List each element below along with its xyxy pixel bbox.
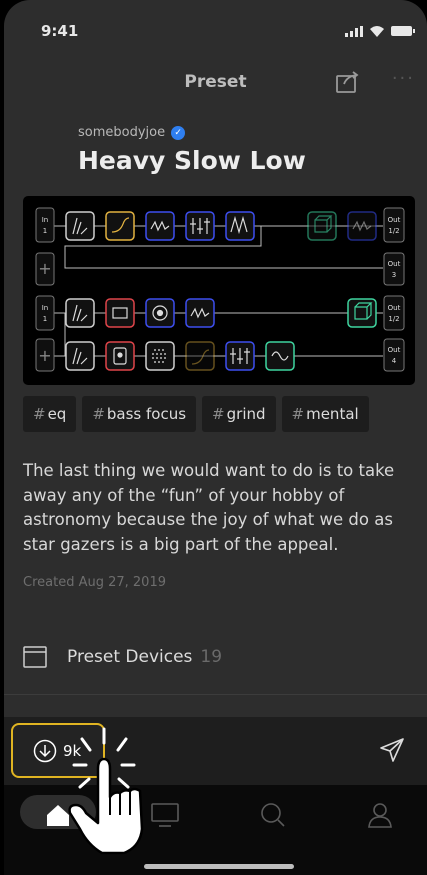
tab-home[interactable] [35, 795, 81, 835]
preset-description: The last thing we would want to do is to… [23, 461, 395, 554]
chain-row-2-output: Out [388, 260, 401, 268]
chain-row-1-output-channel: 1/2 [388, 227, 399, 235]
tag-label: grind [226, 405, 266, 423]
chain-row-4-add[interactable]: + [38, 346, 51, 365]
signal-icon [345, 26, 363, 37]
status-time: 9:41 [41, 22, 79, 40]
chain-row-2-output-channel: 3 [392, 271, 396, 279]
created-date: Created Aug 27, 2019 [23, 575, 166, 590]
share-icon[interactable] [335, 70, 361, 94]
devices-icon [151, 803, 179, 827]
preset-devices-count: 19 [200, 647, 223, 667]
more-icon[interactable]: ··· [392, 68, 415, 89]
divider [4, 694, 427, 695]
chain-row-3-output: Out [388, 304, 401, 312]
tab-devices[interactable] [142, 795, 188, 835]
signal-chain-graph: In 1 Out 1/2 + Out 3 In 1 Out 1/2 + Out … [35, 207, 405, 372]
chain-row-2-add[interactable]: + [38, 259, 51, 278]
search-icon [261, 803, 285, 827]
chain-row-3-input-channel: 1 [43, 315, 47, 323]
chain-row-1-input: In [42, 216, 49, 224]
profile-icon [368, 803, 392, 828]
device-overdrive [225, 211, 255, 241]
nav-title: Preset [184, 72, 247, 92]
preset-devices-label: Preset Devices [67, 647, 193, 667]
preset-devices-row[interactable]: Preset Devices 19 [23, 645, 222, 669]
battery-icon [391, 26, 415, 36]
preset-title: Heavy Slow Low [78, 146, 306, 175]
author[interactable]: somebodyjoe ✓ [78, 125, 186, 140]
device-folder-icon [23, 646, 47, 668]
chain-row-1-input-channel: 1 [43, 227, 47, 235]
screen: 9:41 Preset ··· somebodyjoe ✓ Heavy Slow… [4, 0, 427, 875]
home-indicator [144, 864, 294, 869]
tag-chip[interactable]: # mental [281, 396, 369, 432]
device-filter-bypassed [185, 341, 215, 371]
status-bar: 9:41 [4, 0, 427, 60]
tag-list: # eq # bass focus # grind # mental [23, 396, 369, 432]
download-icon [33, 739, 57, 762]
download-count: 9k [63, 741, 82, 760]
chain-row-4-output-channel: 4 [392, 357, 397, 365]
tag-label: bass focus [106, 405, 187, 423]
tag-label: eq [47, 405, 67, 423]
status-icons [345, 25, 415, 37]
signal-chain[interactable]: In 1 Out 1/2 + Out 3 In 1 Out 1/2 + Out … [23, 196, 415, 385]
tag-label: mental [306, 405, 359, 423]
author-name[interactable]: somebodyjoe [78, 125, 165, 140]
tag-chip[interactable]: # bass focus [82, 396, 197, 432]
download-button[interactable]: 9k [11, 723, 105, 778]
wifi-icon [370, 26, 384, 37]
chain-row-3-input: In [42, 304, 49, 312]
nav-bar: Preset ··· [4, 60, 427, 104]
tab-profile[interactable] [357, 795, 403, 835]
device-chorus [145, 341, 175, 371]
chain-row-4-output: Out [388, 346, 401, 354]
tag-chip[interactable]: # eq [23, 396, 77, 432]
verified-icon: ✓ [171, 125, 186, 140]
chain-row-1-output: Out [388, 216, 401, 224]
device-amp [105, 298, 135, 328]
phone-frame: 9:41 Preset ··· somebodyjoe ✓ Heavy Slow… [0, 0, 427, 875]
send-icon[interactable] [379, 737, 405, 763]
tab-search[interactable] [250, 795, 296, 835]
chain-row-3-output-channel: 1/2 [388, 315, 399, 323]
tab-bar [4, 785, 427, 875]
home-icon [47, 805, 69, 826]
device-filter [105, 211, 135, 241]
tag-chip[interactable]: # grind [202, 396, 276, 432]
action-bar: 9k [4, 717, 427, 785]
